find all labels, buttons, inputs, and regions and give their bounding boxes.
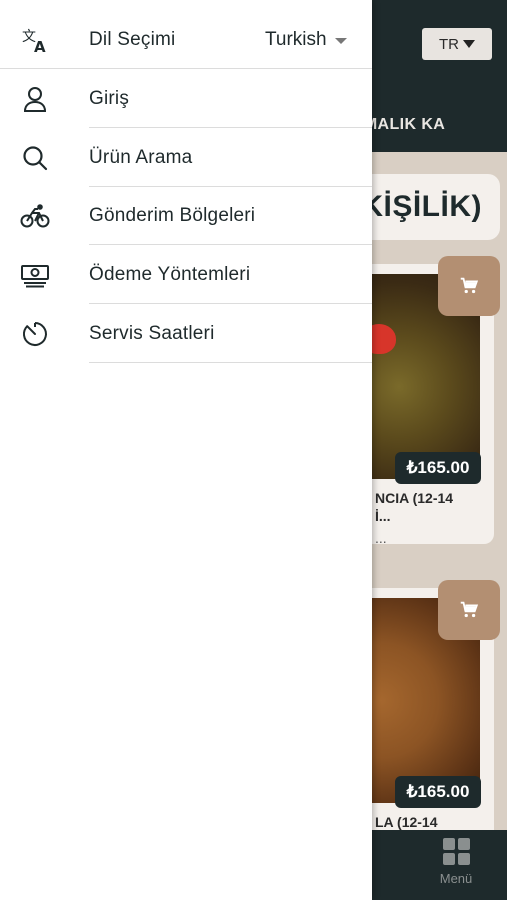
divider [89, 127, 372, 128]
product-name: NCIA (12-14 [375, 490, 454, 506]
menu-tab[interactable]: Menü [430, 838, 482, 894]
cart-icon [460, 601, 479, 618]
language-value: Turkish [265, 29, 327, 50]
product-name: LA (12-14 [375, 814, 438, 830]
user-icon [20, 84, 50, 114]
timer-icon [20, 319, 50, 349]
dropdown-caret-icon [463, 40, 475, 48]
drawer-item-label: Gönderim Bölgeleri [89, 205, 256, 226]
drawer-item-label: Ürün Arama [89, 147, 193, 168]
product-price: ₺165.00 [395, 776, 481, 808]
language-dropdown[interactable]: Turkish [265, 29, 347, 51]
cart-icon [460, 277, 479, 294]
drawer-item-service-hours[interactable]: Servis Saatleri [0, 305, 372, 363]
search-icon [20, 143, 50, 173]
bicycle-icon [20, 201, 50, 231]
product-name-line2: İ... [375, 508, 391, 524]
product-price: ₺165.00 [395, 452, 481, 484]
drawer-item-delivery-zones[interactable]: Gönderim Bölgeleri [0, 187, 372, 245]
add-to-cart-button[interactable] [438, 256, 500, 316]
add-to-cart-button[interactable] [438, 580, 500, 640]
translate-icon: 文 A [20, 25, 50, 55]
drawer-item-payment-methods[interactable]: Ödeme Yöntemleri [0, 246, 372, 304]
drawer-item-label: Servis Saatleri [89, 323, 215, 344]
divider [89, 303, 372, 304]
side-drawer: 文 A Dil Seçimi Turkish Giriş Ürün Arama … [0, 0, 372, 900]
language-label: Dil Seçimi [89, 29, 176, 50]
dropdown-caret-icon [334, 38, 347, 44]
divider [89, 362, 372, 363]
svg-text:A: A [34, 38, 46, 54]
grid-icon [442, 838, 470, 865]
divider [0, 68, 372, 69]
language-button[interactable]: TR [422, 28, 492, 60]
language-button-label: TR [439, 35, 459, 53]
product-description: ... [375, 530, 387, 544]
menu-tab-label: Menü [439, 871, 473, 886]
drawer-item-search[interactable]: Ürün Arama [0, 129, 372, 187]
language-selector[interactable]: 文 A Dil Seçimi Turkish [0, 11, 372, 69]
drawer-item-login[interactable]: Giriş [0, 70, 372, 128]
cash-icon [20, 260, 50, 290]
drawer-item-label: Ödeme Yöntemleri [89, 264, 251, 285]
divider [89, 244, 372, 245]
drawer-item-label: Giriş [89, 88, 130, 109]
